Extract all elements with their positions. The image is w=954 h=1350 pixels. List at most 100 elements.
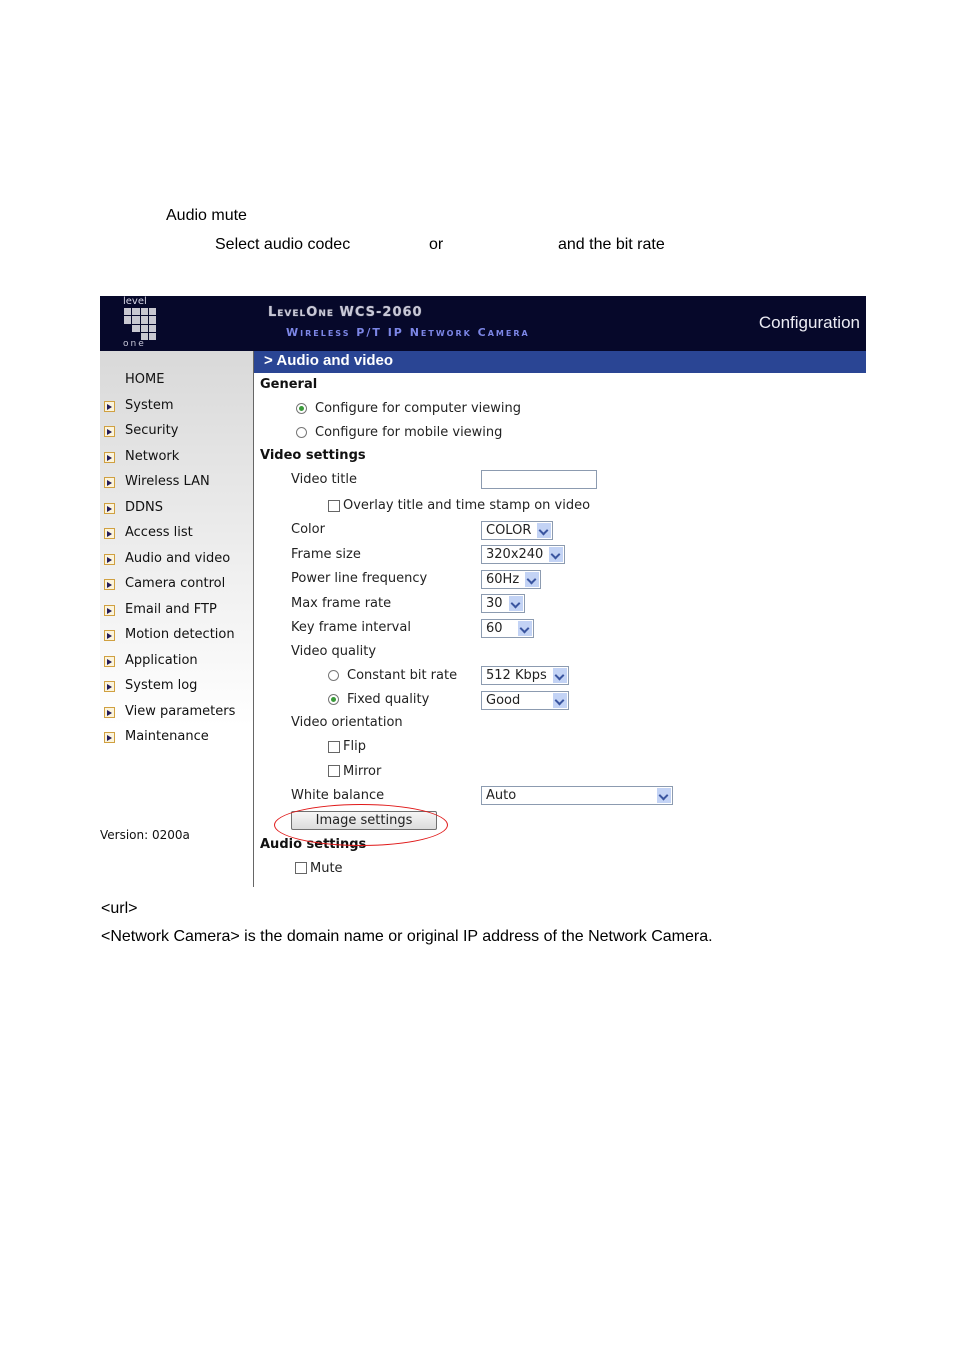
- frame-size-select[interactable]: 320x240: [481, 545, 565, 564]
- white-balance-select[interactable]: Auto: [481, 786, 673, 805]
- overlay-checkbox[interactable]: [328, 500, 340, 512]
- sidebar-item-label: View parameters: [125, 704, 236, 719]
- doc-select-codec: Select audio codec: [215, 236, 351, 253]
- label-video-orientation: Video orientation: [291, 715, 403, 730]
- fixed-quality-value: Good: [486, 693, 521, 708]
- sidebar-item-label: DDNS: [125, 500, 163, 515]
- frame-size-value: 320x240: [486, 547, 544, 562]
- section-video-settings: Video settings: [260, 448, 366, 463]
- sidebar-item-label: Wireless LAN: [125, 474, 210, 489]
- page-title-bar: > Audio and video: [254, 351, 866, 373]
- sidebar-item-label: Camera control: [125, 576, 226, 591]
- label-video-title: Video title: [291, 472, 357, 487]
- label-fixed-quality: Fixed quality: [347, 692, 430, 707]
- key-frame-select[interactable]: 60: [481, 619, 534, 638]
- arrow-right-icon: [104, 656, 115, 667]
- label-mobile-viewing: Configure for mobile viewing: [315, 425, 503, 440]
- sidebar-item-label: Email and FTP: [125, 602, 217, 617]
- sidebar: HOME System Security Network Wireless LA…: [100, 351, 254, 887]
- page-title: > Audio and video: [264, 352, 394, 369]
- label-video-quality: Video quality: [291, 644, 377, 659]
- arrow-right-icon: [104, 605, 115, 616]
- label-color: Color: [291, 522, 325, 537]
- arrow-right-icon: [104, 426, 115, 437]
- sidebar-item-label: Access list: [125, 525, 193, 540]
- key-frame-value: 60: [486, 621, 503, 636]
- label-power-line: Power line frequency: [291, 571, 428, 586]
- configuration-label: Configuration: [758, 313, 860, 332]
- settings-panel: General Configure for computer viewing C…: [254, 373, 866, 887]
- label-key-frame: Key frame interval: [291, 620, 411, 635]
- doc-bit-rate: and the bit rate: [558, 236, 665, 253]
- video-title-input[interactable]: [481, 470, 597, 489]
- radio-fixed-quality[interactable]: [328, 694, 339, 705]
- label-frame-size: Frame size: [291, 547, 361, 562]
- label-computer-viewing: Configure for computer viewing: [315, 401, 522, 416]
- arrow-right-icon: [104, 528, 115, 539]
- sidebar-item-label: Network: [125, 449, 180, 464]
- section-general: General: [260, 377, 318, 392]
- label-white-balance: White balance: [291, 788, 385, 803]
- arrow-right-icon: [104, 732, 115, 743]
- max-frame-rate-value: 30: [486, 596, 503, 611]
- radio-mobile-viewing[interactable]: [296, 427, 307, 438]
- brand-title: LevelOne WCS-2060: [268, 305, 423, 320]
- chevron-down-icon: [549, 547, 563, 562]
- radio-computer-viewing[interactable]: [296, 403, 307, 414]
- label-max-frame-rate: Max frame rate: [291, 596, 392, 611]
- sidebar-item-label: Application: [125, 653, 198, 668]
- chevron-down-icon: [553, 693, 567, 708]
- sidebar-item-label: System: [125, 398, 174, 413]
- color-select[interactable]: COLOR: [481, 521, 553, 540]
- color-select-value: COLOR: [486, 523, 532, 538]
- label-mirror: Mirror: [343, 764, 382, 779]
- doc-footnote: <Network Camera> is the domain name or o…: [101, 928, 713, 945]
- version-label: Version: 0200a: [100, 828, 190, 842]
- arrow-right-icon: [104, 401, 115, 412]
- label-overlay: Overlay title and time stamp on video: [343, 498, 591, 513]
- label-flip: Flip: [343, 739, 366, 754]
- sidebar-item-label: Audio and video: [125, 551, 231, 566]
- radio-constant-bit-rate[interactable]: [328, 670, 339, 681]
- image-settings-button[interactable]: Image settings: [291, 811, 437, 830]
- arrow-right-icon: [104, 681, 115, 692]
- fixed-quality-select[interactable]: Good: [481, 691, 569, 710]
- chevron-down-icon: [553, 668, 567, 683]
- bit-rate-value: 512 Kbps: [486, 668, 547, 683]
- header-banner: level one LevelOne WCS-2060 Wireless P/T…: [100, 296, 866, 351]
- flip-checkbox[interactable]: [328, 741, 340, 753]
- sidebar-item-label: Motion detection: [125, 627, 235, 642]
- logo-grid-icon: [124, 308, 156, 340]
- label-constant-bit-rate: Constant bit rate: [347, 668, 458, 683]
- arrow-right-icon: [104, 707, 115, 718]
- levelone-logo: level one: [122, 296, 160, 349]
- logo-text-bottom: one: [123, 339, 146, 349]
- chevron-down-icon: [537, 523, 551, 538]
- white-balance-value: Auto: [486, 788, 517, 803]
- chevron-down-icon: [525, 572, 539, 587]
- arrow-right-icon: [104, 452, 115, 463]
- brand-subtitle: Wireless P/T IP Network Camera: [286, 326, 530, 339]
- doc-or: or: [429, 236, 444, 253]
- sidebar-item-label: HOME: [125, 372, 165, 387]
- power-line-value: 60Hz: [486, 572, 520, 587]
- arrow-right-icon: [104, 630, 115, 641]
- arrow-right-icon: [104, 503, 115, 514]
- arrow-right-icon: [104, 477, 115, 488]
- section-audio-settings: Audio settings: [260, 837, 367, 852]
- sidebar-item-label: System log: [125, 678, 198, 693]
- bit-rate-select[interactable]: 512 Kbps: [481, 666, 569, 685]
- label-mute: Mute: [310, 861, 343, 876]
- mute-checkbox[interactable]: [295, 862, 307, 874]
- arrow-right-icon: [104, 554, 115, 565]
- power-line-select[interactable]: 60Hz: [481, 570, 541, 589]
- chevron-down-icon: [657, 788, 671, 803]
- max-frame-rate-select[interactable]: 30: [481, 594, 525, 613]
- arrow-right-icon: [104, 579, 115, 590]
- doc-audio-mute: Audio mute: [166, 207, 247, 224]
- chevron-down-icon: [518, 621, 532, 636]
- camera-config-screenshot: level one LevelOne WCS-2060 Wireless P/T…: [100, 296, 866, 887]
- sidebar-item-label: Maintenance: [125, 729, 209, 744]
- mirror-checkbox[interactable]: [328, 765, 340, 777]
- logo-text-top: level: [123, 296, 147, 307]
